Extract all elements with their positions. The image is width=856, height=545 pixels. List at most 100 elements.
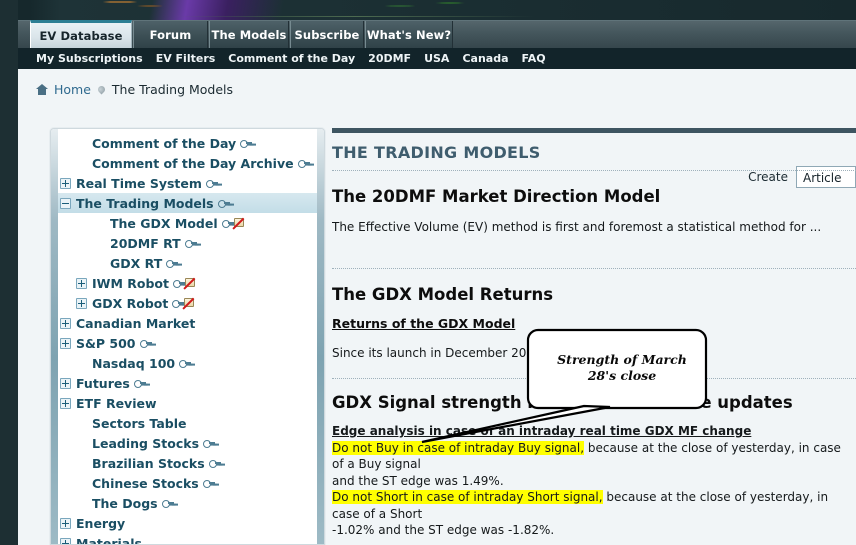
key-icon: [161, 499, 174, 508]
sidebar-item-s-p-500[interactable]: S&P 500: [58, 333, 317, 353]
tab-forum[interactable]: Forum: [133, 21, 208, 49]
tab-what-s-new[interactable]: What's New?: [365, 21, 453, 49]
collapse-icon[interactable]: [60, 197, 71, 209]
sidebar-item-the-gdx-model[interactable]: The GDX Model: [58, 213, 317, 233]
subnav-item-comment-of-the-day[interactable]: Comment of the Day: [228, 52, 355, 65]
sidebar-item-gdx-rt[interactable]: GDX RT: [58, 253, 317, 273]
subnav-item-faq[interactable]: FAQ: [522, 52, 546, 65]
subnav-item-20dmf[interactable]: 20DMF: [368, 52, 411, 65]
key-icon: [179, 359, 192, 368]
key-icon: [208, 459, 221, 468]
page-body: Home The Trading Models Create Article C…: [18, 69, 856, 545]
tab-ev-database[interactable]: EV Database: [30, 20, 132, 49]
sidebar-item-nasdaq-100[interactable]: Nasdaq 100: [58, 353, 317, 373]
sidebar-item-label: S&P 500: [76, 335, 136, 351]
key-icon: [240, 139, 253, 148]
sidebar-item-chinese-stocks[interactable]: Chinese Stocks: [58, 473, 317, 493]
sidebar-panel: Comment of the Day Comment of the Day Arc…: [50, 128, 325, 545]
subnav-item-my-subscriptions[interactable]: My Subscriptions: [36, 52, 143, 65]
breadcrumb-current: The Trading Models: [111, 81, 234, 97]
expand-icon[interactable]: [60, 317, 71, 329]
breadcrumb-home-link[interactable]: Home: [54, 82, 91, 97]
returns-of-gdx-model-link[interactable]: Returns of the GDX Model: [332, 316, 515, 331]
tab-subscribe[interactable]: Subscribe: [290, 21, 364, 49]
sidebar-item-iwm-robot[interactable]: IWM Robot: [58, 273, 317, 293]
sidebar-item-gdx-robot[interactable]: GDX Robot: [58, 293, 317, 313]
sidebar-item-etf-review[interactable]: ETF Review: [58, 393, 317, 413]
breadcrumb-separator-icon: [97, 85, 106, 94]
sidebar-item-label: Leading Stocks: [92, 435, 200, 451]
sidebar-item-sectors-table[interactable]: Sectors Table: [58, 413, 317, 433]
sidebar-item-label: Materials: [76, 535, 142, 545]
expand-icon[interactable]: [76, 297, 87, 309]
sidebar-item-label: IWM Robot: [92, 275, 169, 291]
key-icon: [202, 479, 215, 488]
callout-bubble-shape: [421, 328, 708, 444]
sidebar-item-the-trading-models[interactable]: The Trading Models: [58, 193, 317, 213]
sidebar-item-futures[interactable]: Futures: [58, 373, 317, 393]
expand-icon[interactable]: [60, 537, 71, 544]
sidebar-item-the-dogs[interactable]: The Dogs: [58, 493, 317, 513]
site-banner: [0, 0, 856, 20]
subnav-item-ev-filters[interactable]: EV Filters: [156, 52, 216, 65]
subnav-item-usa[interactable]: USA: [424, 52, 449, 65]
callout-annotation: Strength of March 28's close: [421, 328, 714, 444]
sidebar-edge-right: [317, 129, 324, 544]
section-paragraph-20dmf: The Effective Volume (EV) method is firs…: [332, 220, 822, 234]
edge-line-1-highlight: Do not Buy in case of intraday Buy signa…: [332, 440, 585, 455]
sidebar-item-label: Chinese Stocks: [92, 475, 199, 491]
key-icon: [184, 239, 197, 248]
sidebar-item-label: Comment of the Day Archive: [92, 155, 294, 171]
sidebar-item-materials[interactable]: Materials: [58, 533, 317, 544]
sidebar-item-comment-of-the-day[interactable]: Comment of the Day: [58, 133, 317, 153]
sidebar-item-20dmf-rt[interactable]: 20DMF RT: [58, 233, 317, 253]
sidebar-item-label: Energy: [76, 515, 126, 531]
edge-line-1: Do not Buy in case of intraday Buy signa…: [332, 440, 856, 473]
sidebar-item-comment-of-the-day-archive[interactable]: Comment of the Day Archive: [58, 153, 317, 173]
edge-line-4: -1.02% and the ST edge was -1.82%.: [332, 523, 555, 537]
sidebar-item-canadian-market[interactable]: Canadian Market: [58, 313, 317, 333]
sidebar-item-label: GDX RT: [110, 255, 163, 271]
banner-artwork-green: [355, 0, 515, 10]
sidebar-item-label: Real Time System: [76, 175, 202, 191]
main-tab-bar: EV Database Forum The Models Subscribe What'…: [18, 20, 856, 49]
page-title: THE TRADING MODELS: [332, 143, 541, 162]
sidebar-item-label: Futures: [76, 375, 130, 391]
left-rail: [0, 0, 18, 545]
tab-the-models[interactable]: The Models: [209, 21, 289, 49]
divider-1: [332, 170, 856, 171]
sidebar-item-label: Comment of the Day: [92, 135, 237, 151]
subnav-item-canada[interactable]: Canada: [462, 52, 508, 65]
section-heading-gdx-returns: The GDX Model Returns: [332, 285, 554, 304]
sidebar-item-real-time-system[interactable]: Real Time System: [58, 173, 317, 193]
sidebar-item-label: The Dogs: [92, 495, 158, 511]
sidebar-item-leading-stocks[interactable]: Leading Stocks: [58, 433, 317, 453]
sidebar-item-label: ETF Review: [76, 395, 157, 411]
sidebar-tree: Comment of the Day Comment of the Day Arc…: [58, 133, 317, 544]
sidebar-item-label: 20DMF RT: [110, 235, 181, 251]
sidebar-item-label: Nasdaq 100: [92, 355, 176, 371]
sidebar-item-brazilian-stocks[interactable]: Brazilian Stocks: [58, 453, 317, 473]
expand-icon[interactable]: [60, 177, 71, 189]
sidebar-item-label: GDX Robot: [92, 295, 169, 311]
expand-icon[interactable]: [60, 337, 71, 349]
expand-icon[interactable]: [76, 277, 87, 289]
key-icon: [166, 259, 179, 268]
expand-icon[interactable]: [60, 517, 71, 529]
breadcrumb: Home The Trading Models: [36, 79, 233, 99]
expand-icon[interactable]: [60, 397, 71, 409]
sidebar-item-label: Sectors Table: [92, 415, 187, 431]
sidebar-edge-left: [51, 129, 58, 544]
callout-text: Strength of March 28's close: [557, 352, 687, 383]
expand-icon[interactable]: [60, 377, 71, 389]
no-book-icon: [231, 217, 246, 230]
edge-line-3-highlight: Do not Short in case of intraday Short s…: [332, 490, 603, 504]
sidebar-item-energy[interactable]: Energy: [58, 513, 317, 533]
